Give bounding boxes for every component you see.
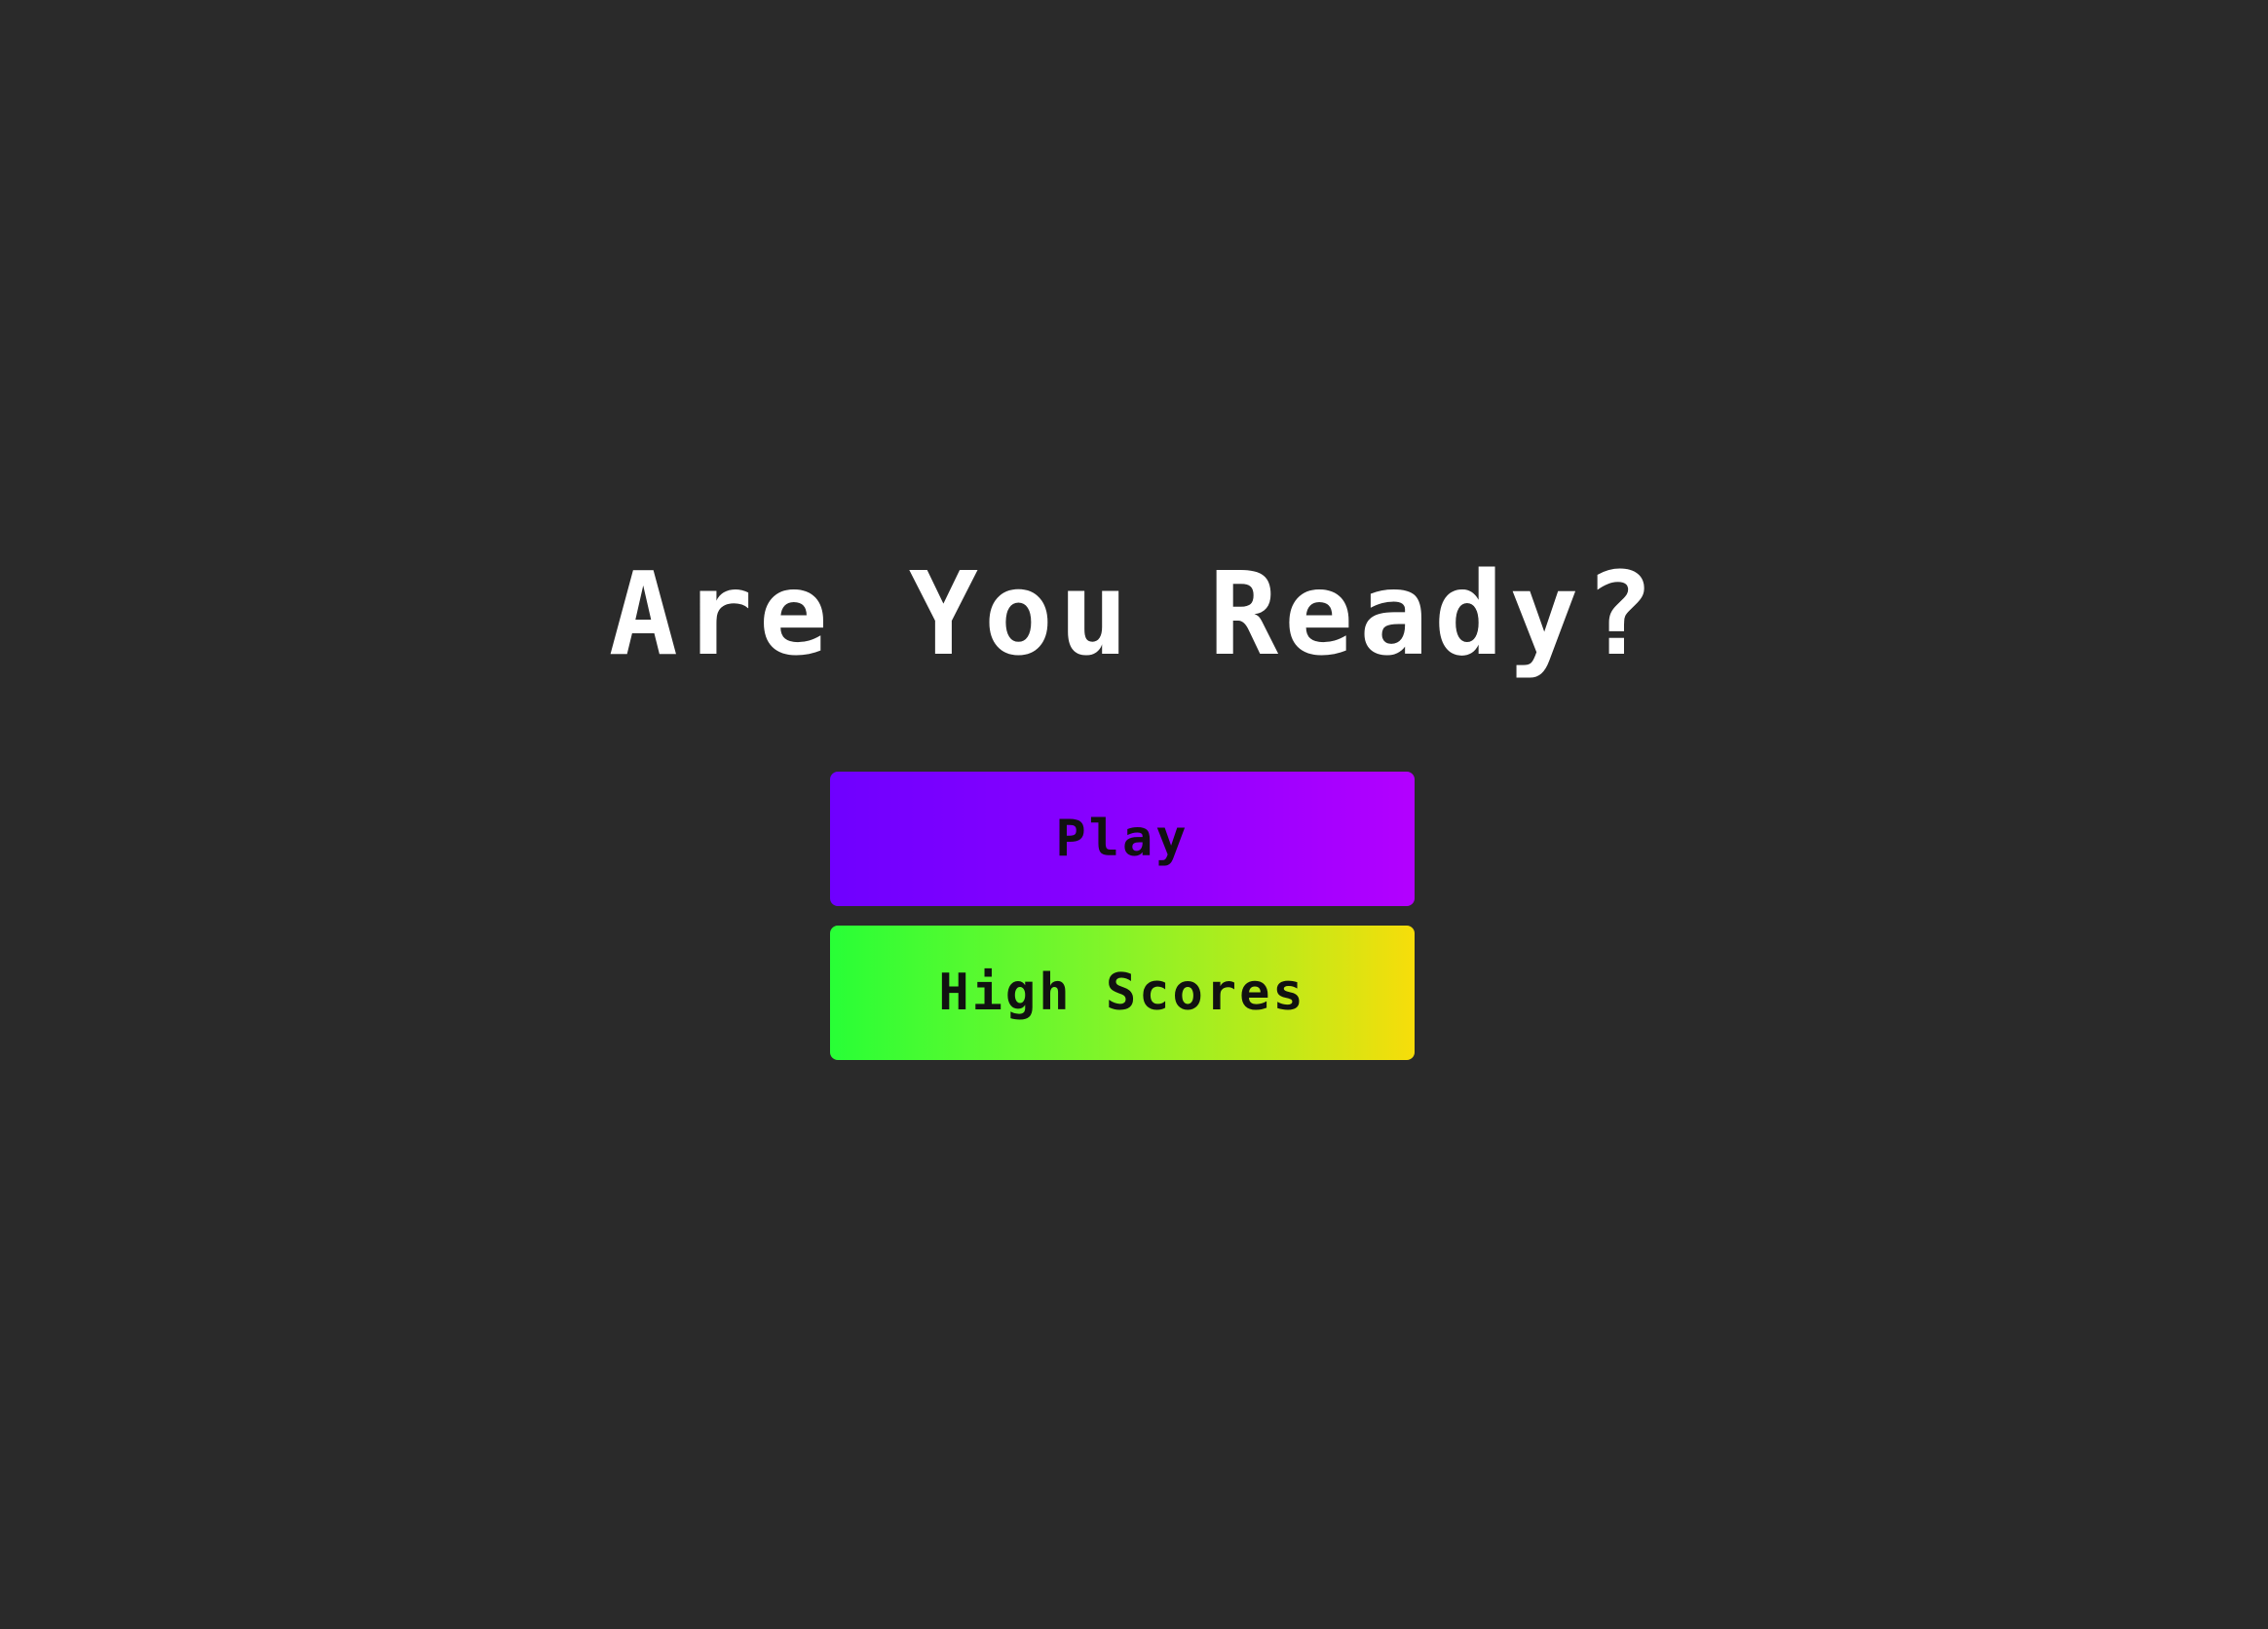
page-title: Are You Ready? bbox=[608, 547, 1660, 681]
start-menu-screen: Are You Ready? Play High Scores bbox=[0, 0, 2268, 1629]
high-scores-button-label: High Scores bbox=[938, 964, 1306, 1022]
play-button-label: Play bbox=[1055, 810, 1190, 868]
high-scores-button[interactable]: High Scores bbox=[830, 926, 1415, 1060]
play-button[interactable]: Play bbox=[830, 772, 1415, 906]
